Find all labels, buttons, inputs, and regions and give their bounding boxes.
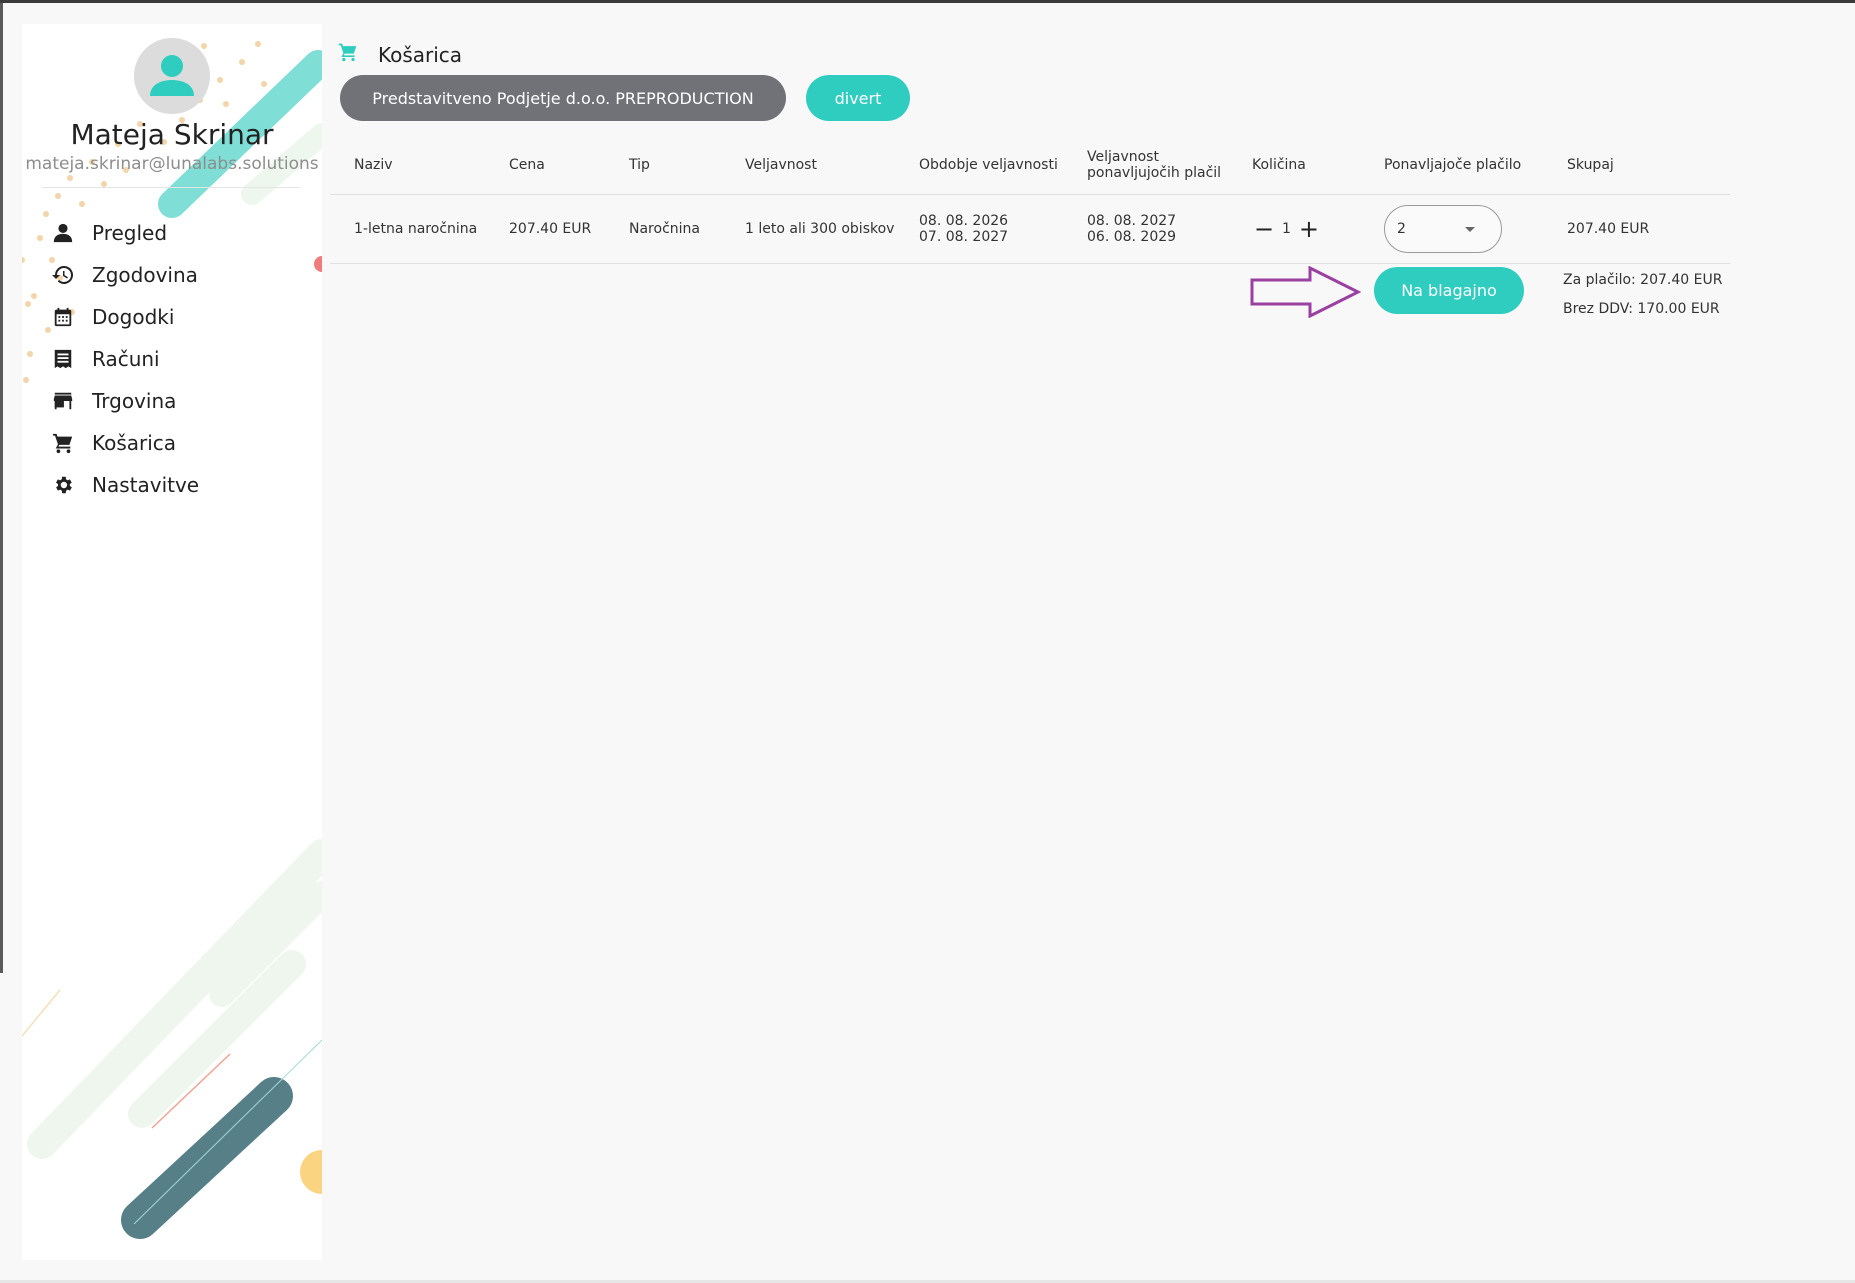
window-left-border <box>0 3 3 973</box>
sidebar-item-trgovina[interactable]: Trgovina <box>50 380 310 422</box>
window-top-border <box>0 0 1855 3</box>
chevron-down-icon <box>1465 227 1475 232</box>
cell-obdobje: 08. 08. 2026 07. 08. 2027 <box>895 194 1063 264</box>
order-summary: Za plačilo: 207.40 EUR Brez DDV: 170.00 … <box>1563 266 1722 324</box>
sidebar-decoration <box>22 41 322 1239</box>
sidebar-item-label: Računi <box>92 347 160 371</box>
cell-veljavnost-placil: 08. 08. 2027 06. 08. 2029 <box>1063 194 1228 264</box>
column-header-cena: Cena <box>485 136 605 195</box>
cart-icon <box>50 430 76 456</box>
sidebar-item-label: Pregled <box>92 221 168 245</box>
calendar-icon <box>50 304 76 330</box>
date-from: 08. 08. 2026 <box>919 213 1009 229</box>
minus-button[interactable]: − <box>1252 215 1276 243</box>
sidebar-item-label: Dogodki <box>92 305 175 329</box>
page-title: Košarica <box>378 42 463 67</box>
column-header-kolicina: Količina <box>1228 136 1360 195</box>
sidebar-divider <box>42 187 300 188</box>
sidebar-item-label: Košarica <box>92 431 177 455</box>
amount-without-vat: Brez DDV: 170.00 EUR <box>1563 301 1720 317</box>
cell-naziv: 1-letna naročnina <box>330 194 485 264</box>
quantity-stepper: − 1 + <box>1252 215 1360 243</box>
date-from: 08. 08. 2027 <box>1087 213 1177 229</box>
cell-ponavljajoce: 2 <box>1360 194 1543 264</box>
column-header-skupaj: Skupaj <box>1543 136 1730 195</box>
user-email: mateja.skrinar@lunalabs.solutions <box>25 154 319 174</box>
date-to: 07. 08. 2027 <box>919 229 1009 245</box>
plus-button[interactable]: + <box>1297 215 1321 243</box>
sidebar-item-dogodki[interactable]: Dogodki <box>50 296 310 338</box>
column-header-veljavnost: Veljavnost <box>721 136 895 195</box>
sidebar-item-nastavitve[interactable]: Nastavitve <box>50 464 310 506</box>
checkout-button[interactable]: Na blagajno <box>1374 267 1524 314</box>
avatar[interactable] <box>134 38 210 114</box>
sidebar-item-kosarica[interactable]: Košarica <box>50 422 310 464</box>
sidebar-item-racuni[interactable]: Računi <box>50 338 310 380</box>
sidebar-item-label: Trgovina <box>92 389 177 413</box>
history-icon <box>50 262 76 288</box>
select-value: 2 <box>1397 221 1406 237</box>
cart-icon <box>338 42 358 67</box>
cell-skupaj: 207.40 EUR <box>1543 194 1730 264</box>
sidebar-item-pregled[interactable]: Pregled <box>50 212 310 254</box>
column-header-naziv: Naziv <box>330 136 485 195</box>
amount-due: Za plačilo: 207.40 EUR <box>1563 272 1723 288</box>
person-icon <box>150 55 194 96</box>
user-name: Mateja Skrinar <box>70 118 274 151</box>
column-header-tip: Tip <box>605 136 721 195</box>
divert-button[interactable]: divert <box>806 75 910 121</box>
gear-icon <box>50 472 76 498</box>
date-to: 06. 08. 2029 <box>1087 229 1177 245</box>
person-icon <box>50 220 76 246</box>
sidebar: Mateja Skrinar mateja.skrinar@lunalabs.s… <box>22 24 322 1260</box>
cell-cena: 207.40 EUR <box>485 194 605 264</box>
column-header-ponavljajoce: Ponavljajoče plačilo <box>1360 136 1543 195</box>
cart-table: Naziv Cena Tip Veljavnost Obdobje veljav… <box>330 136 1730 264</box>
quantity-value: 1 <box>1282 221 1291 237</box>
table-row: 1-letna naročnina 207.40 EUR Naročnina 1… <box>330 194 1730 264</box>
company-button[interactable]: Predstavitveno Podjetje d.o.o. PREPRODUC… <box>340 75 786 121</box>
sidebar-item-label: Zgodovina <box>92 263 198 287</box>
column-header-line: Veljavnost <box>1087 149 1159 165</box>
receipt-icon <box>50 346 76 372</box>
column-header-veljavnost-placil: Veljavnost ponavljujočih plačil <box>1063 136 1228 195</box>
cell-tip: Naročnina <box>605 194 721 264</box>
column-header-obdobje: Obdobje veljavnosti <box>895 136 1063 195</box>
recurring-payment-select[interactable]: 2 <box>1384 205 1502 253</box>
page-header: Košarica <box>338 42 462 67</box>
column-header-line: ponavljujočih plačil <box>1087 165 1222 181</box>
store-icon <box>50 388 76 414</box>
sidebar-nav: Pregled Zgodovina Dogodki Računi Trgovin… <box>50 212 310 506</box>
cell-veljavnost: 1 leto ali 300 obiskov <box>721 194 895 264</box>
table-header-row: Naziv Cena Tip Veljavnost Obdobje veljav… <box>330 136 1730 195</box>
sidebar-item-zgodovina[interactable]: Zgodovina <box>50 254 310 296</box>
sidebar-item-label: Nastavitve <box>92 473 200 497</box>
cell-kolicina: − 1 + <box>1228 194 1360 264</box>
arrow-right-icon <box>1250 266 1362 318</box>
